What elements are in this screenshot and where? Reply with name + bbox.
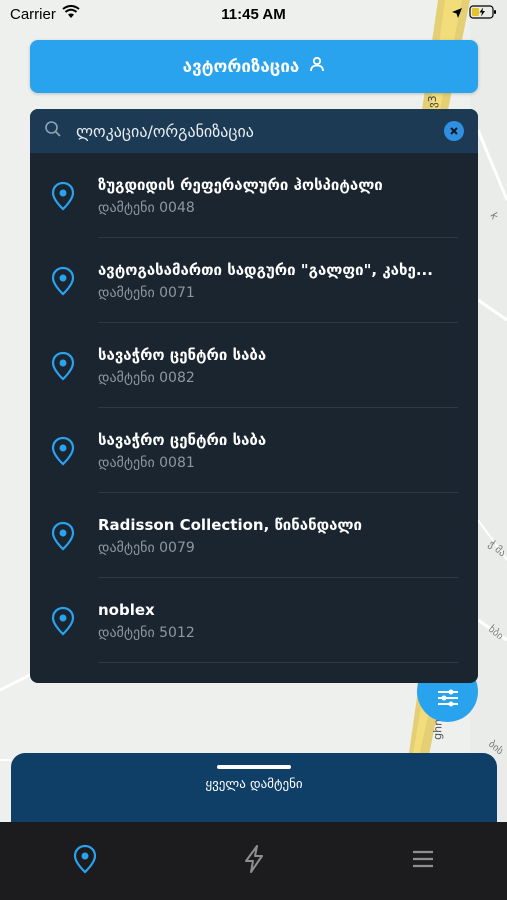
search-bar[interactable]: ლოკაცია/ორგანიზაცია (30, 109, 478, 153)
tab-menu[interactable] (393, 829, 453, 889)
location-pin-icon (51, 351, 75, 380)
search-icon (44, 120, 62, 142)
result-item[interactable]: Radisson Collection, წინანდალი დამტენი 0… (30, 493, 478, 578)
search-results-list: ზუგდიდის რეფერალური ჰოსპიტალი დამტენი 00… (30, 153, 478, 663)
login-button[interactable]: ავტორიზაცია (30, 40, 478, 93)
result-title: სავაჭრო ცენტრი საბა (98, 430, 267, 449)
battery-icon (469, 5, 497, 23)
tab-map[interactable] (55, 829, 115, 889)
wifi-icon (62, 5, 80, 23)
result-subtitle: დამტენი 0079 (98, 539, 195, 556)
filter-sliders-icon (437, 689, 458, 707)
clear-search-button[interactable] (444, 121, 464, 141)
location-pin-icon (51, 266, 75, 295)
location-pin-icon (51, 181, 75, 210)
location-pin-icon (51, 436, 75, 465)
result-item[interactable]: noblex დამტენი 5012 (30, 578, 478, 663)
location-arrow-icon (451, 6, 463, 23)
result-title: ავტოგასამართი სადგური "გალფი", კახე... (98, 260, 433, 279)
search-panel: ლოკაცია/ორგანიზაცია ზუგდიდის რეფერალური … (30, 109, 478, 683)
status-bar: Carrier 11:45 AM (0, 0, 507, 28)
road-code-label: ვ3 (426, 95, 439, 108)
result-item[interactable]: ზუგდიდის რეფერალური ჰოსპიტალი დამტენი 00… (30, 153, 478, 238)
result-subtitle: დამტენი 0071 (98, 284, 195, 301)
carrier-label: Carrier (10, 5, 56, 23)
result-subtitle: დამტენი 5012 (98, 624, 195, 641)
location-pin-icon (73, 844, 96, 874)
result-title: noblex (98, 600, 155, 619)
sheet-title: ყველა დამტენი (205, 777, 303, 792)
result-title: ზუგდიდის რეფერალური ჰოსპიტალი (98, 175, 383, 194)
user-icon (309, 56, 325, 77)
result-item[interactable]: სავაჭრო ცენტრი საბა დამტენი 0081 (30, 408, 478, 493)
result-title: სავაჭრო ცენტრი საბა (98, 345, 267, 364)
result-subtitle: დამტენი 0081 (98, 454, 195, 471)
tab-bar (0, 822, 507, 900)
menu-icon (412, 850, 433, 868)
result-item[interactable]: ავტოგასამართი სადგური "გალფი", კახე... დ… (30, 238, 478, 323)
result-subtitle: დამტენი 0048 (98, 199, 195, 216)
result-title: Radisson Collection, წინანდალი (98, 515, 362, 534)
result-item[interactable]: სავაჭრო ცენტრი საბა დამტენი 0082 (30, 323, 478, 408)
location-pin-icon (51, 606, 75, 635)
lightning-icon (244, 845, 263, 873)
login-button-label: ავტორიზაცია (182, 56, 300, 77)
sheet-drag-handle[interactable] (217, 765, 291, 769)
search-input[interactable]: ლოკაცია/ორგანიზაცია (76, 122, 430, 141)
tab-charging[interactable] (224, 829, 284, 889)
result-subtitle: დამტენი 0082 (98, 369, 195, 386)
location-pin-icon (51, 521, 75, 550)
all-chargers-sheet[interactable]: ყველა დამტენი (11, 753, 497, 833)
